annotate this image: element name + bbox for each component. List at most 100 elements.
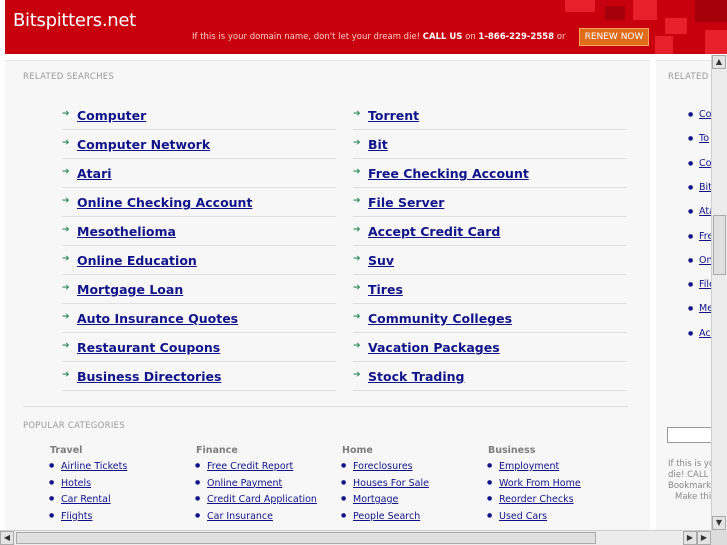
related-search-link[interactable]: Mortgage Loan xyxy=(77,282,183,297)
related-search-link[interactable]: Community Colleges xyxy=(368,311,512,326)
related-search-item[interactable]: ➔ Restaurant Coupons xyxy=(62,333,336,362)
related-search-item[interactable]: ➔ Vacation Packages xyxy=(353,333,627,362)
related-search-item[interactable]: ➔ Bit xyxy=(353,130,627,159)
related-search-link[interactable]: Vacation Packages xyxy=(368,340,500,355)
horizontal-scroll-thumb[interactable] xyxy=(16,532,596,544)
related-search-link[interactable]: File Server xyxy=(368,195,444,210)
sidebar-link[interactable]: Co xyxy=(699,109,711,120)
related-search-link[interactable]: Online Education xyxy=(77,253,197,268)
arrow-right-icon: ➔ xyxy=(353,341,361,351)
vertical-scrollbar[interactable]: ▲ ▼ xyxy=(711,55,727,530)
related-search-item[interactable]: ➔ Online Education xyxy=(62,246,336,275)
related-search-link[interactable]: Computer Network xyxy=(77,137,210,152)
related-search-item[interactable]: ➔ Business Directories xyxy=(62,362,336,391)
category-link[interactable]: People Search xyxy=(341,511,420,522)
related-search-link[interactable]: Stock Trading xyxy=(368,369,464,384)
category-link[interactable]: Car Rental xyxy=(49,494,111,505)
decor-block xyxy=(705,30,727,54)
related-search-link[interactable]: Computer xyxy=(77,108,146,123)
scroll-right-end-icon[interactable]: ▶ xyxy=(697,531,711,545)
related-search-link[interactable]: Torrent xyxy=(368,108,419,123)
related-search-item[interactable]: ➔ Stock Trading xyxy=(353,362,627,391)
category-link[interactable]: Online Payment xyxy=(195,478,282,489)
sidebar-link[interactable]: To xyxy=(699,133,709,144)
category-link[interactable]: Car Insurance xyxy=(195,511,273,522)
related-search-item[interactable]: ➔ Tires xyxy=(353,275,627,304)
scroll-up-icon[interactable]: ▲ xyxy=(712,55,726,69)
category-link[interactable]: Reorder Checks xyxy=(487,494,573,505)
category-link[interactable]: Hotels xyxy=(49,478,91,489)
related-search-item[interactable]: ➔ Online Checking Account xyxy=(62,188,336,217)
category-heading: Travel xyxy=(50,445,83,456)
site-name[interactable]: Bitspitters.net xyxy=(13,10,136,31)
renew-now-button[interactable]: RENEW NOW xyxy=(579,28,649,46)
decor-block xyxy=(655,36,673,54)
related-search-link[interactable]: Online Checking Account xyxy=(77,195,252,210)
arrow-right-icon: ➔ xyxy=(353,283,361,293)
arrow-right-icon: ➔ xyxy=(62,109,70,119)
horizontal-scrollbar[interactable]: ◀ ▶ ▶ xyxy=(0,530,711,545)
bullet-icon: ● xyxy=(688,305,694,313)
phone-number: 1-866-229-2558 xyxy=(478,32,555,42)
arrow-right-icon: ➔ xyxy=(62,138,70,148)
category-link[interactable]: Credit Card Application xyxy=(195,494,317,505)
vertical-scroll-thumb[interactable] xyxy=(713,215,726,275)
related-search-link[interactable]: Business Directories xyxy=(77,369,221,384)
decor-block xyxy=(605,6,625,20)
related-search-link[interactable]: Tires xyxy=(368,282,403,297)
related-search-item[interactable]: ➔ File Server xyxy=(353,188,627,217)
category-heading: Home xyxy=(342,445,373,456)
bullet-icon: ● xyxy=(688,281,694,289)
category-link[interactable]: Employment xyxy=(487,461,559,472)
category-link[interactable]: Flights xyxy=(49,511,93,522)
related-search-item[interactable]: ➔ Free Checking Account xyxy=(353,159,627,188)
bullet-icon: ● xyxy=(688,159,694,167)
sidebar-note-line: Bookmark xyxy=(668,481,712,491)
related-search-link[interactable]: Restaurant Coupons xyxy=(77,340,220,355)
bullet-icon: ● xyxy=(688,183,694,191)
related-search-item[interactable]: ➔ Atari xyxy=(62,159,336,188)
sidebar-link[interactable]: Co xyxy=(699,158,711,169)
category-link[interactable]: Used Cars xyxy=(487,511,547,522)
bullet-icon: ● xyxy=(688,329,694,337)
bullet-icon: ● xyxy=(688,111,694,118)
arrow-right-icon: ➔ xyxy=(353,370,361,380)
related-search-item[interactable]: ➔ Auto Insurance Quotes xyxy=(62,304,336,333)
related-search-link[interactable]: Accept Credit Card xyxy=(368,224,500,239)
related-search-item[interactable]: ➔ Mesothelioma xyxy=(62,217,336,246)
related-search-item[interactable]: ➔ Torrent xyxy=(353,101,627,130)
scroll-left-icon[interactable]: ◀ xyxy=(0,531,14,545)
category-heading: Business xyxy=(488,445,536,456)
category-link[interactable]: Houses For Sale xyxy=(341,478,429,489)
sidebar-search-input[interactable] xyxy=(667,427,716,443)
related-search-item[interactable]: ➔ Computer xyxy=(62,101,336,130)
related-search-link[interactable]: Bit xyxy=(368,137,388,152)
arrow-right-icon: ➔ xyxy=(62,370,70,380)
related-search-link[interactable]: Free Checking Account xyxy=(368,166,529,181)
decor-block xyxy=(695,0,727,22)
decor-block xyxy=(565,0,595,12)
decor-block xyxy=(633,0,657,20)
category-link[interactable]: Foreclosures xyxy=(341,461,413,472)
arrow-right-icon: ➔ xyxy=(62,312,70,322)
related-search-link[interactable]: Atari xyxy=(77,166,112,181)
arrow-right-icon: ➔ xyxy=(353,312,361,322)
scroll-right-icon[interactable]: ▶ xyxy=(683,531,697,545)
related-search-link[interactable]: Suv xyxy=(368,253,394,268)
related-search-link[interactable]: Auto Insurance Quotes xyxy=(77,311,238,326)
category-link[interactable]: Airline Tickets xyxy=(49,461,127,472)
category-link[interactable]: Free Credit Report xyxy=(195,461,293,472)
sidebar-link[interactable]: Bit xyxy=(699,182,712,193)
related-search-item[interactable]: ➔ Computer Network xyxy=(62,130,336,159)
related-search-item[interactable]: ➔ Suv xyxy=(353,246,627,275)
category-link[interactable]: Work From Home xyxy=(487,478,581,489)
bullet-icon: ● xyxy=(688,256,694,264)
related-search-item[interactable]: ➔ Accept Credit Card xyxy=(353,217,627,246)
scroll-down-icon[interactable]: ▼ xyxy=(712,516,726,530)
related-search-item[interactable]: ➔ Community Colleges xyxy=(353,304,627,333)
category-link[interactable]: Mortgage xyxy=(341,494,398,505)
arrow-right-icon: ➔ xyxy=(62,283,70,293)
related-search-link[interactable]: Mesothelioma xyxy=(77,224,176,239)
related-search-item[interactable]: ➔ Mortgage Loan xyxy=(62,275,336,304)
main-panel: RELATED SEARCHES ➔ Computer ➔ Computer Netw… xyxy=(5,60,650,530)
